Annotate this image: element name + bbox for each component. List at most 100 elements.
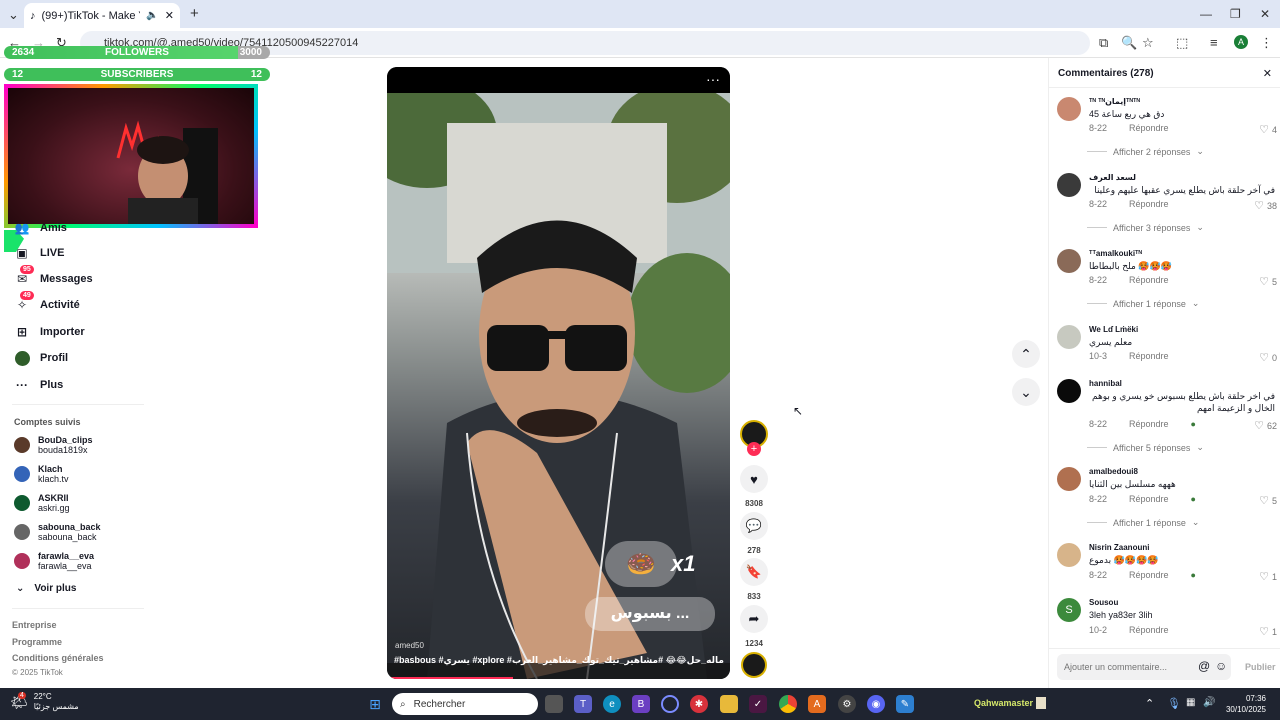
sidebar-item-more[interactable]: ··· Plus: [14, 375, 63, 395]
following-account[interactable]: farawla__eva farawla__eva: [14, 551, 94, 571]
heart-icon[interactable]: ♡: [1259, 123, 1269, 136]
show-replies-button[interactable]: Afficher 1 réponse ⌄: [1087, 517, 1199, 528]
zoom-icon[interactable]: 🔍: [1121, 36, 1137, 49]
comment-username[interactable]: Sousou: [1089, 598, 1118, 607]
edge-icon[interactable]: e: [603, 695, 621, 713]
reply-button[interactable]: Répondre: [1129, 123, 1169, 133]
audio-icon[interactable]: 🔈: [146, 10, 158, 21]
browser-tab[interactable]: ♪ (99+)TikTok - Make Your Day 🔈 ✕: [24, 3, 180, 28]
heart-icon[interactable]: ♡: [1254, 419, 1264, 432]
heart-icon[interactable]: ♡: [1259, 625, 1269, 638]
bookmark-icon[interactable]: 🔖: [740, 558, 768, 586]
discord-icon[interactable]: ◉: [867, 695, 885, 713]
comment-username[interactable]: We Lɗ Lṁëki: [1089, 325, 1138, 334]
footer-link-program[interactable]: Programme: [12, 637, 62, 647]
creator-avatar-action[interactable]: +: [740, 420, 768, 456]
file-explorer-icon[interactable]: [720, 695, 738, 713]
sidebar-item-messages[interactable]: ✉ 95 Messages: [14, 265, 93, 289]
show-replies-button[interactable]: Afficher 5 réponses ⌄: [1087, 442, 1204, 453]
footer-link-business[interactable]: Entreprise: [12, 620, 57, 630]
comment-username[interactable]: لسعد العرف: [1089, 173, 1136, 182]
post-button[interactable]: Publier: [1245, 662, 1276, 672]
show-replies-button[interactable]: Afficher 3 réponses ⌄: [1087, 222, 1204, 233]
tray-chevron-icon[interactable]: ⌃: [1145, 697, 1154, 710]
heart-icon[interactable]: ♥: [740, 465, 768, 493]
profile-avatar[interactable]: A: [1234, 35, 1248, 49]
minimize-icon[interactable]: —: [1200, 7, 1212, 21]
heart-icon[interactable]: ♡: [1259, 275, 1269, 288]
app-purple-icon[interactable]: ✓: [749, 695, 767, 713]
menu-icon[interactable]: ⋮: [1260, 36, 1273, 49]
reply-button[interactable]: Répondre: [1129, 351, 1169, 361]
cast-icon[interactable]: ⧉: [1099, 36, 1108, 49]
windows-start-icon[interactable]: ⊞: [366, 695, 384, 713]
comment-input-box[interactable]: @ ☺: [1057, 654, 1231, 680]
following-account[interactable]: BouDa_clips bouda1819x: [14, 435, 93, 455]
avatar[interactable]: [1057, 173, 1081, 197]
task-view-icon[interactable]: [545, 695, 563, 713]
sidebar-item-profile[interactable]: Profil: [14, 348, 68, 368]
close-icon[interactable]: ✕: [1263, 67, 1272, 80]
share-action[interactable]: ➦ 1234: [740, 605, 768, 648]
maximize-icon[interactable]: ❐: [1230, 7, 1241, 21]
sidebar-item-friends[interactable]: 👥 Amis: [14, 218, 67, 238]
comment-username[interactable]: hannibal: [1089, 379, 1122, 388]
avatar[interactable]: [1057, 249, 1081, 273]
weather-widget[interactable]: 🌤 4 22°C مشمس جزئيًا: [10, 691, 79, 712]
see-more-button[interactable]: ⌄ Voir plus: [16, 578, 76, 598]
save-action[interactable]: 🔖 833: [740, 558, 768, 601]
reply-button[interactable]: Répondre: [1129, 570, 1169, 580]
app-gear-icon[interactable]: ⚙: [838, 695, 856, 713]
reply-button[interactable]: Répondre: [1129, 625, 1169, 635]
heart-icon[interactable]: ♡: [1259, 494, 1269, 507]
close-tab-icon[interactable]: ✕: [165, 9, 174, 22]
extensions-icon[interactable]: ⬚: [1176, 36, 1188, 49]
next-video-button[interactable]: ⌄: [1012, 378, 1040, 406]
comment-input[interactable]: [1057, 654, 1187, 680]
network-icon[interactable]: ▦: [1186, 697, 1195, 708]
app-circle-icon[interactable]: [661, 695, 679, 713]
avatar[interactable]: S: [1057, 598, 1081, 622]
avatar[interactable]: [1057, 467, 1081, 491]
chrome-icon[interactable]: [779, 695, 797, 713]
avatar[interactable]: [1057, 97, 1081, 121]
app-blue-icon[interactable]: ✎: [896, 695, 914, 713]
video-player[interactable]: ··· 🍩 x1 بسبوس ... amed50 #basbous #يسري…: [387, 67, 730, 679]
comment-username[interactable]: Nisrin Zaanouni: [1089, 543, 1149, 552]
heart-icon[interactable]: ♡: [1259, 570, 1269, 583]
app-red-icon[interactable]: ✱: [690, 695, 708, 713]
show-replies-button[interactable]: Afficher 2 réponses ⌄: [1087, 146, 1204, 157]
reply-button[interactable]: Répondre: [1129, 494, 1169, 504]
following-account[interactable]: sabouna_back sabouna_back: [14, 522, 101, 542]
previous-video-button[interactable]: ⌃: [1012, 340, 1040, 368]
avatar[interactable]: [1057, 379, 1081, 403]
comment-username[interactable]: ᵀᵀamalkoukiᵀᴺ: [1089, 249, 1142, 258]
avatar[interactable]: [1057, 325, 1081, 349]
footer-link-terms[interactable]: Conditions générales: [12, 653, 104, 663]
close-window-icon[interactable]: ✕: [1260, 7, 1270, 21]
reply-button[interactable]: Répondre: [1129, 419, 1169, 429]
show-replies-button[interactable]: Afficher 1 réponse ⌄: [1087, 298, 1199, 309]
mention-icon[interactable]: @: [1198, 659, 1210, 673]
sidebar-item-activity[interactable]: ✧ 49 Activité: [14, 291, 80, 315]
app-orange-icon[interactable]: A: [808, 695, 826, 713]
avatar[interactable]: [1057, 543, 1081, 567]
sidebar-item-upload[interactable]: ⊞ Importer: [14, 322, 85, 342]
heart-icon[interactable]: ♡: [1259, 351, 1269, 364]
follow-plus-icon[interactable]: +: [747, 442, 761, 456]
clock[interactable]: 07:36 30/10/2025: [1222, 693, 1266, 715]
music-disc-action[interactable]: [740, 652, 768, 678]
following-account[interactable]: Klach klach.tv: [14, 464, 69, 484]
microphone-icon[interactable]: 🎙: [1167, 697, 1181, 710]
emoji-icon[interactable]: ☺: [1215, 659, 1227, 673]
app-b-icon[interactable]: B: [632, 695, 650, 713]
new-tab-icon[interactable]: +: [190, 6, 199, 21]
heart-icon[interactable]: ♡: [1254, 199, 1264, 212]
comment-username[interactable]: ᵀᴺ ᵀᴺإيمانᵀᴺᵀᴺ: [1089, 97, 1140, 106]
video-caption[interactable]: #basbous #يسري #xplore #شعب_الصيني_ماله_…: [394, 655, 724, 666]
reply-button[interactable]: Répondre: [1129, 199, 1169, 209]
volume-icon[interactable]: 🔊: [1203, 697, 1215, 708]
comment-icon[interactable]: 💬: [740, 512, 768, 540]
sidebar-item-live[interactable]: ▣ LIVE: [14, 243, 64, 263]
comment-action[interactable]: 💬 278: [740, 512, 768, 555]
